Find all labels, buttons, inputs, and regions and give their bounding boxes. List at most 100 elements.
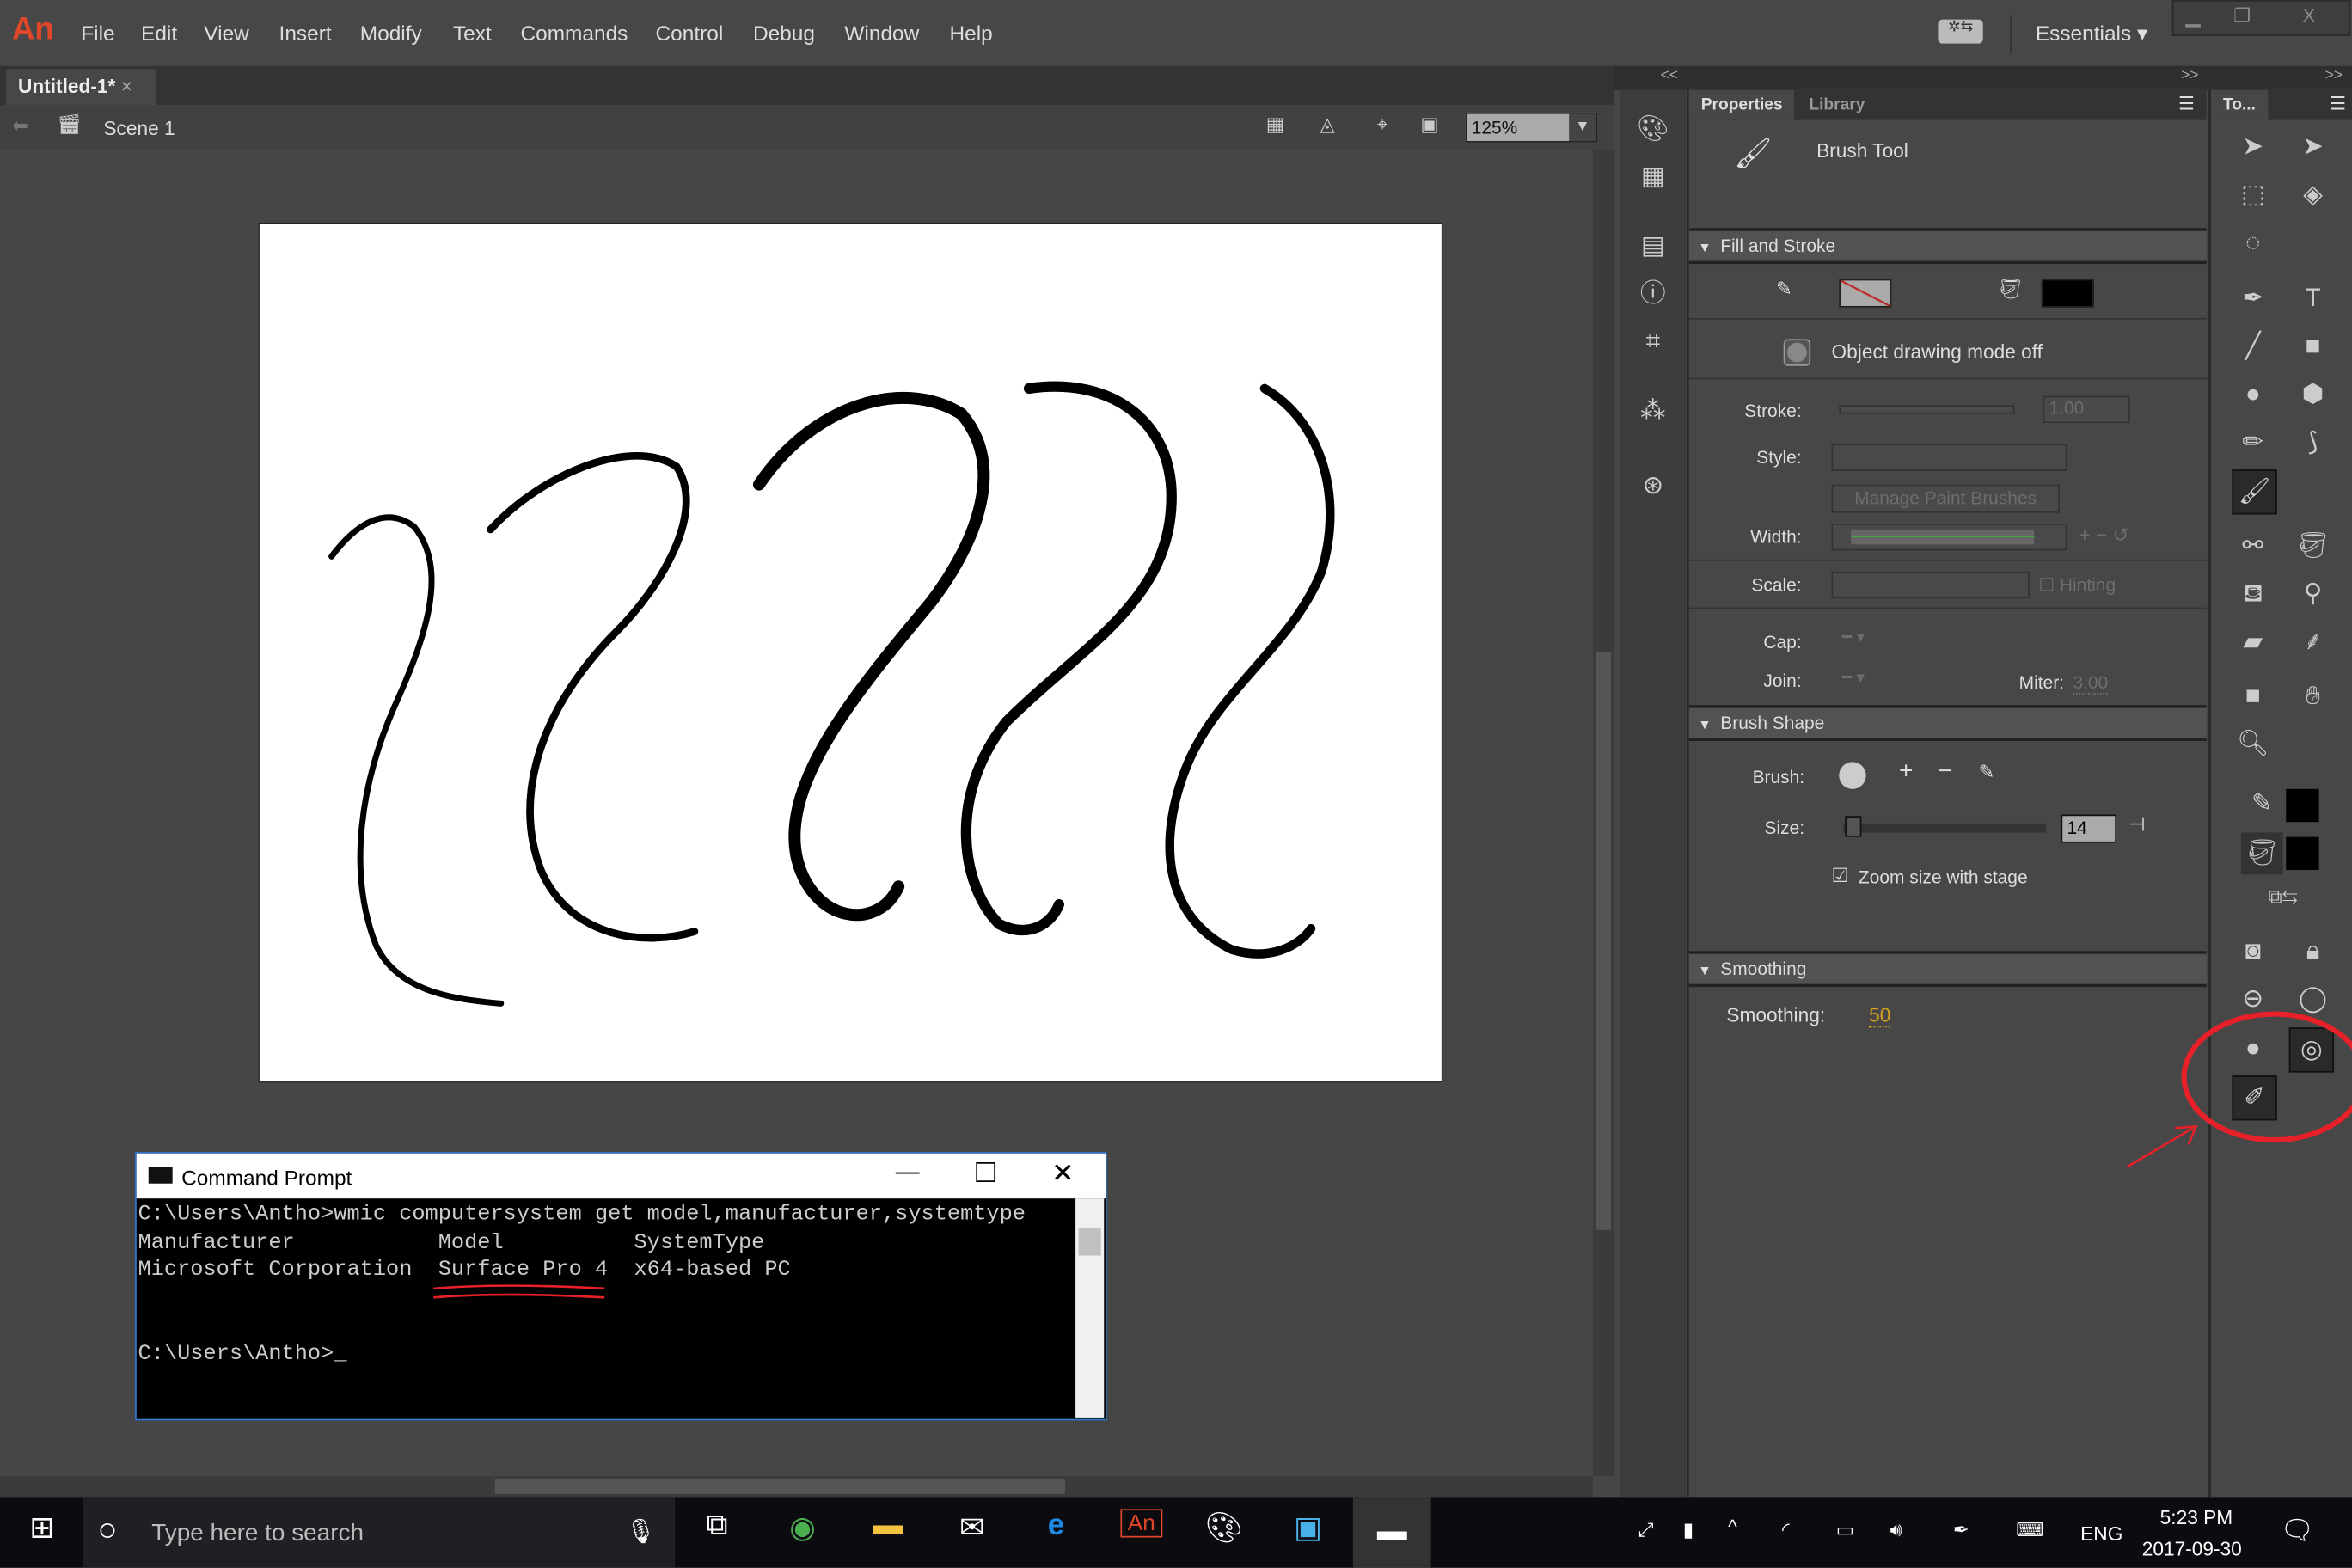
clip-content-icon[interactable]: ▣ [1420, 113, 1438, 137]
close-button[interactable]: ✕ [1051, 1158, 1074, 1190]
chrome-icon[interactable]: ◉ [773, 1509, 833, 1547]
fill-color-tool-icon[interactable]: 🪣︎ [2240, 832, 2283, 875]
style-select[interactable] [1831, 444, 2067, 471]
stroke-color-tool-icon[interactable]: ✎ [2241, 783, 2283, 825]
fill-color-tool-swatch[interactable] [2286, 836, 2319, 871]
zoom-icon[interactable]: 🔍︎ [2232, 723, 2274, 765]
minimize-button[interactable]: — [896, 1160, 920, 1186]
menu-window[interactable]: Window [844, 21, 919, 45]
volume-icon[interactable]: 🔊︎ [1890, 1518, 1902, 1542]
swap-colors-icon[interactable]: ⧉⇆ [2262, 876, 2304, 918]
task-view-icon[interactable]: ⧉ [687, 1509, 747, 1543]
brush-size-icon[interactable]: ● [2232, 1027, 2274, 1069]
brush-mode-icon[interactable]: ⊖ [2232, 978, 2274, 1020]
polystar-icon[interactable]: ⬢ [2292, 373, 2334, 415]
object-drawing-toggle[interactable] [1783, 339, 1811, 366]
bone-icon[interactable]: ⚯ [2232, 525, 2274, 567]
stroke-slider[interactable] [1839, 405, 2015, 414]
action-center-icon[interactable]: 🗨︎ [2280, 1515, 2314, 1547]
animate-taskbar-icon[interactable]: An [1120, 1509, 1163, 1538]
menu-file[interactable]: File [81, 21, 114, 45]
camera-icon[interactable]: ■ [2232, 675, 2274, 717]
remove-brush-icon[interactable]: − [1938, 759, 1951, 786]
paint-brush-icon[interactable]: ⟆ [2292, 421, 2334, 463]
hinting-checkbox[interactable]: ☐ Hinting [2038, 574, 2116, 595]
tab-library[interactable]: Library [1797, 90, 1877, 120]
panel-menu-icon[interactable]: ☰ [2330, 93, 2346, 113]
zoom-select[interactable]: 125% ▼ [1465, 112, 1598, 143]
pencil-icon[interactable]: ✏ [2232, 421, 2274, 463]
menu-control[interactable]: Control [656, 21, 724, 45]
collapse-tools-button[interactable]: >> [2325, 68, 2343, 84]
microphone-icon[interactable]: 🎙︎ [626, 1516, 656, 1547]
search-box[interactable]: ○ Type here to search 🎙︎ [82, 1497, 676, 1568]
menu-modify[interactable]: Modify [360, 21, 422, 45]
cap-select[interactable]: ━ ▾ [1842, 627, 1865, 646]
section-brush-shape[interactable]: ▼ Brush Shape [1688, 705, 2207, 741]
asset-warp-icon[interactable]: ⸙ [2292, 621, 2334, 663]
lasso-icon[interactable]: ◌ [2232, 222, 2274, 264]
zoom-size-checkbox[interactable]: ☑ [1832, 864, 1849, 888]
paint-bucket-icon[interactable]: 🪣︎ [2292, 525, 2334, 567]
center-stage-icon[interactable]: ⌖ [1377, 113, 1388, 137]
components-panel-icon[interactable]: ⁂ [1632, 390, 1674, 432]
section-fill-and-stroke[interactable]: ▼ Fill and Stroke [1688, 228, 2207, 265]
clock-date[interactable]: 2017-09-30 [2142, 1538, 2242, 1560]
stroke-color-swatch[interactable] [1839, 279, 1892, 308]
line-icon[interactable]: ╱ [2232, 326, 2274, 368]
brush-icon[interactable]: 🖌︎ [2232, 469, 2277, 515]
pen-icon[interactable]: ✒ [1953, 1518, 1969, 1542]
selection-icon[interactable]: ➤ [2232, 126, 2274, 168]
subselection-icon[interactable]: ➤ [2292, 126, 2334, 168]
restore-button[interactable]: ❐ [2233, 4, 2251, 28]
horizontal-scrollbar[interactable] [0, 1475, 1594, 1498]
color-panel-icon[interactable]: 🎨︎ [1632, 108, 1674, 150]
transform-panel-icon[interactable]: ⌗ [1632, 321, 1674, 363]
chevron-up-icon[interactable]: ^ [1728, 1515, 1737, 1537]
stroke-color-tool-swatch[interactable] [2286, 788, 2319, 823]
paint-icon[interactable]: 🎨︎ [1194, 1509, 1254, 1547]
console-scrollbar[interactable] [1075, 1198, 1105, 1418]
free-transform-icon[interactable]: ⬚ [2232, 174, 2274, 216]
miter-value[interactable]: 3.00 [2073, 672, 2109, 695]
file-explorer-icon[interactable]: ▬ [858, 1509, 918, 1543]
collapse-left-button[interactable]: << [1661, 68, 1678, 84]
vertical-scrollbar[interactable] [1593, 150, 1614, 1476]
ink-bottle-icon[interactable]: ⛾ [2232, 573, 2274, 616]
battery-icon[interactable]: ▭ [1836, 1518, 1854, 1542]
brush-shape-circle[interactable] [1839, 762, 1866, 789]
eyedropper-icon[interactable]: ⚲ [2292, 573, 2334, 616]
edit-scene-icon[interactable]: ▦ [1266, 113, 1284, 137]
add-brush-icon[interactable]: + [1899, 759, 1913, 786]
command-prompt-titlebar[interactable]: Command Prompt — ☐ ✕ [136, 1153, 1106, 1199]
scale-select[interactable] [1831, 571, 2030, 599]
fill-color-swatch[interactable] [2041, 279, 2094, 308]
control-panel-icon[interactable]: ▣ [1278, 1509, 1338, 1547]
cc-libraries-icon[interactable]: ⊛ [1632, 465, 1674, 507]
pin-icon[interactable]: ⊣ [2128, 813, 2146, 837]
collapse-right-button[interactable]: >> [2181, 68, 2198, 84]
menu-commands[interactable]: Commands [520, 21, 628, 45]
edge-icon[interactable]: e [1026, 1509, 1087, 1543]
menu-view[interactable]: View [204, 21, 249, 45]
keyboard-icon[interactable]: ⌨ [2016, 1518, 2044, 1542]
stage[interactable] [258, 222, 1443, 1083]
pen-icon[interactable]: ✒ [2232, 278, 2274, 320]
smoothing-value[interactable]: 50 [1869, 1003, 1891, 1028]
tab-properties[interactable]: Properties [1688, 89, 1795, 120]
menu-debug[interactable]: Debug [753, 21, 815, 45]
scene-name[interactable]: Scene 1 [103, 117, 175, 139]
clock-time[interactable]: 5:23 PM [2160, 1506, 2233, 1528]
swatches-panel-icon[interactable]: ▦ [1632, 156, 1674, 198]
text-icon[interactable]: T [2292, 278, 2334, 320]
language-indicator[interactable]: ENG [2080, 1522, 2122, 1545]
mouse-icon[interactable]: ▮ [1683, 1518, 1694, 1542]
sync-settings-button[interactable]: ✲⇆ [1938, 19, 1983, 44]
panel-menu-icon[interactable]: ☰ [2178, 93, 2195, 113]
maximize-button[interactable]: ☐ [973, 1158, 997, 1190]
menu-help[interactable]: Help [950, 21, 993, 45]
edit-brush-icon[interactable]: ✎ [1979, 761, 1995, 785]
lock-fill-icon[interactable]: 🔒︎ [2292, 930, 2334, 972]
add-width-icon[interactable]: + − ↺ [2079, 524, 2128, 548]
close-button[interactable]: X [2302, 4, 2315, 27]
